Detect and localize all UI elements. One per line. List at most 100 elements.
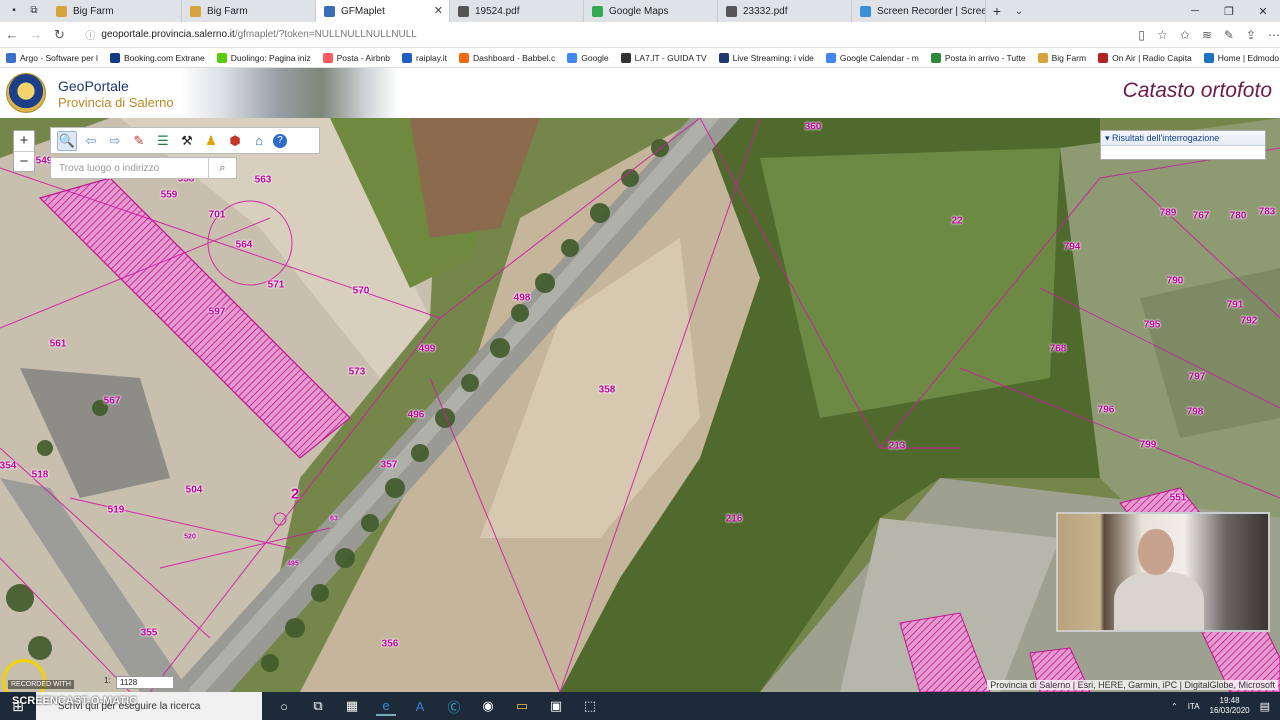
- bookmark-label: Argo - Software per l: [20, 53, 98, 63]
- bookmark-favicon-icon: [322, 53, 333, 63]
- reading-view-icon[interactable]: ▯: [1138, 28, 1145, 42]
- parcel-number-label: 354: [0, 460, 17, 472]
- bookmark-item[interactable]: Google Calendar - m: [825, 53, 919, 63]
- more-icon[interactable]: ⋯: [1268, 28, 1280, 42]
- notifications-icon[interactable]: ▤: [1260, 700, 1270, 713]
- parcel-number-label: 794: [1063, 241, 1081, 253]
- query-results-header[interactable]: ▾ Risultati dell'interrogazione: [1101, 131, 1265, 146]
- bookmark-item[interactable]: Argo - Software per l: [6, 53, 98, 63]
- zoom-box-icon[interactable]: 🔍: [57, 130, 77, 151]
- print-icon[interactable]: ⌂: [249, 131, 269, 151]
- bookmark-favicon-icon: [109, 53, 120, 63]
- bookmark-item[interactable]: Google: [567, 53, 609, 63]
- previous-extent-icon[interactable]: ⇦: [81, 131, 101, 151]
- calculator-icon[interactable]: ▦: [342, 696, 362, 716]
- bookmark-favicon-icon: [930, 53, 941, 63]
- webcam-person-head: [1138, 529, 1174, 575]
- lock-icon: ⓘ: [85, 31, 96, 42]
- refresh-icon[interactable]: ↻: [48, 27, 72, 43]
- bookmark-favicon-icon: [459, 53, 470, 63]
- bookmark-item[interactable]: Home | Edmodo: [1203, 53, 1279, 63]
- place-search-box: ⌕: [50, 157, 237, 179]
- help-icon[interactable]: ?: [273, 133, 287, 148]
- browser-tab-4[interactable]: Google Maps: [584, 0, 718, 22]
- snip-tool-icon[interactable]: ⬚: [580, 696, 600, 716]
- bookmark-item[interactable]: LA7.IT - GUIDA TV: [620, 53, 707, 63]
- zoom-in-button[interactable]: +: [14, 131, 34, 151]
- pen-icon[interactable]: ✎: [1224, 28, 1234, 42]
- clock[interactable]: 19:48 16/03/2020: [1210, 696, 1250, 716]
- language-indicator[interactable]: ITA: [1188, 702, 1200, 711]
- share-icon[interactable]: ⇪: [1246, 28, 1256, 42]
- layers-dropdown-icon[interactable]: ⬢: [225, 131, 245, 151]
- store-app-icon[interactable]: ▣: [546, 696, 566, 716]
- tab-label: Screen Recorder | Screencas: [877, 5, 985, 17]
- clock-time: 19:48: [1219, 696, 1240, 705]
- parcel-number-label: 768: [1049, 343, 1067, 355]
- legend-list-icon[interactable]: ☰: [153, 131, 173, 151]
- browser-tab-5[interactable]: 23332.pdf: [718, 0, 852, 22]
- map-view[interactable]: 360 549 558 563 559 701 22 789 767 780 783 564 794 57…: [0, 118, 1280, 692]
- bookmark-item[interactable]: raiplay.it: [402, 53, 447, 63]
- bookmark-label: LA7.IT - GUIDA TV: [634, 53, 707, 63]
- scale-input[interactable]: 1128: [116, 676, 174, 689]
- url-field[interactable]: ⓘ geoportale.provincia.salerno.it/gfmapl…: [79, 25, 1124, 45]
- search-icon[interactable]: ⌕: [208, 158, 236, 178]
- bookmark-item[interactable]: Posta in arrivo - Tutte: [930, 53, 1026, 63]
- bookmark-item[interactable]: Duolingo: Pagina iniz: [216, 53, 311, 63]
- zoom-control: + −: [13, 130, 35, 172]
- word-app-icon[interactable]: A: [410, 696, 430, 716]
- edit-pencil-icon[interactable]: ✎: [129, 131, 149, 151]
- tab-actions-icon[interactable]: ⧉: [28, 5, 40, 17]
- window-menu-icon[interactable]: ▪: [8, 5, 20, 17]
- minimize-icon[interactable]: ─: [1178, 0, 1212, 22]
- screencast-app-icon[interactable]: Ⓒ: [444, 696, 464, 716]
- new-tab-button[interactable]: +: [986, 0, 1008, 22]
- forward-icon[interactable]: →: [24, 27, 48, 42]
- tab-close-icon[interactable]: ✕: [434, 4, 443, 17]
- place-search-input[interactable]: [51, 158, 208, 178]
- task-view-icon[interactable]: ⧉: [308, 696, 328, 716]
- taskbar-apps: ○ ⧉ ▦ e A Ⓒ ◉ ▭ ▣ ⬚: [274, 696, 600, 716]
- browser-tab-6[interactable]: Screen Recorder | Screencas: [852, 0, 986, 22]
- bookmark-item[interactable]: Live Streaming: i vide: [718, 53, 814, 63]
- browser-tab-1[interactable]: Big Farm: [182, 0, 316, 22]
- collections-icon[interactable]: ≋: [1202, 28, 1212, 42]
- bookmark-label: raiplay.it: [416, 53, 448, 63]
- bookmark-item[interactable]: On Air | Radio Capita: [1098, 53, 1192, 63]
- street-view-person-icon[interactable]: ♟: [201, 131, 221, 151]
- back-icon[interactable]: ←: [0, 27, 24, 42]
- zoom-out-button[interactable]: −: [14, 151, 34, 171]
- tab-favicon-icon: [592, 5, 603, 17]
- camera-app-icon[interactable]: ◉: [478, 696, 498, 716]
- parcel-number-label: 573: [348, 366, 366, 378]
- query-results-panel[interactable]: ▾ Risultati dell'interrogazione: [1100, 130, 1266, 160]
- next-extent-icon[interactable]: ⇨: [105, 131, 125, 151]
- favorite-star-icon[interactable]: ☆: [1157, 28, 1168, 42]
- bookmark-item[interactable]: Big Farm: [1037, 53, 1086, 63]
- bookmark-item[interactable]: Posta - Airbnb: [322, 53, 390, 63]
- parcel-number-label: 504: [185, 484, 203, 496]
- close-window-icon[interactable]: ✕: [1246, 0, 1280, 22]
- parcel-number-label: 360: [804, 121, 822, 133]
- window-controls: ─ ❐ ✕: [1178, 0, 1280, 22]
- tab-list-menu-icon[interactable]: ⌄: [1008, 0, 1030, 22]
- bookmark-item[interactable]: Booking.com Extrane: [109, 53, 205, 63]
- file-explorer-icon[interactable]: ▭: [512, 696, 532, 716]
- maximize-icon[interactable]: ❐: [1212, 0, 1246, 22]
- parcel-number-label: 597: [208, 306, 226, 318]
- tray-expand-icon[interactable]: ⌃: [1171, 702, 1178, 711]
- edge-browser-icon[interactable]: e: [376, 696, 396, 716]
- cortana-icon[interactable]: ○: [274, 696, 294, 716]
- measure-dropdown-icon[interactable]: ⚒: [177, 131, 197, 151]
- browser-tab-2[interactable]: GFMaplet ✕: [316, 0, 450, 22]
- browser-tab-0[interactable]: Big Farm: [48, 0, 182, 22]
- bookmarks-bar: Argo - Software per l Booking.com Extrane…: [0, 49, 1280, 68]
- bookmark-label: Duolingo: Pagina iniz: [230, 53, 311, 63]
- bookmark-item[interactable]: Dashboard - Babbel.c: [459, 53, 555, 63]
- bookmark-favicon-icon: [1037, 53, 1048, 63]
- browser-tab-3[interactable]: 19524.pdf: [450, 0, 584, 22]
- favorites-icon[interactable]: ✩: [1180, 28, 1190, 42]
- parcel-number-label: 789: [1159, 207, 1177, 219]
- map-toolbar: 🔍 ⇦ ⇨ ✎ ☰ ⚒ ♟ ⬢ ⌂ ?: [50, 127, 320, 154]
